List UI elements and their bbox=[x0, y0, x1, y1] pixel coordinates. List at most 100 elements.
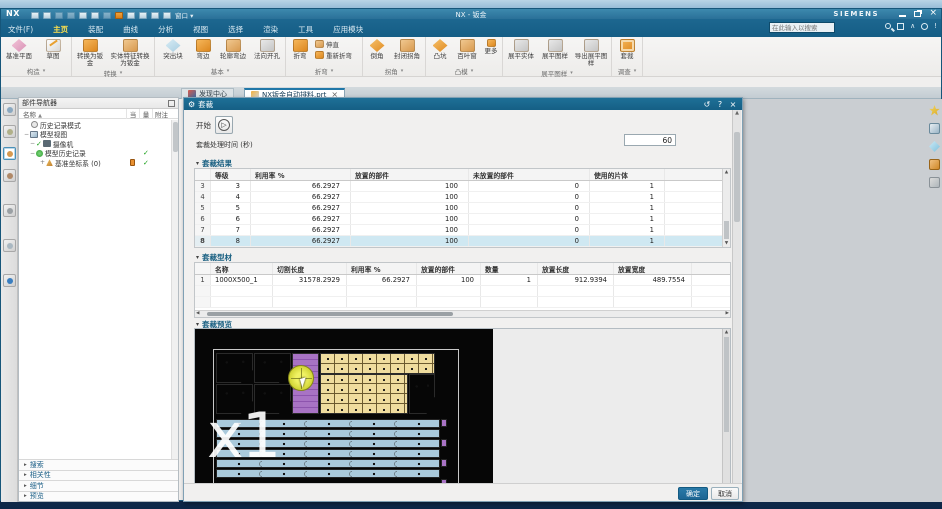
tree-item-model-views[interactable]: − 模型视图 bbox=[19, 130, 169, 140]
section-search[interactable]: ▸搜索 bbox=[19, 459, 178, 470]
table-row[interactable]: 1 1000X500_1 31578.2929 66.2927 100 1 91… bbox=[195, 275, 730, 286]
processing-time-input[interactable] bbox=[624, 134, 676, 146]
flange-button[interactable]: 弯边 bbox=[192, 39, 214, 60]
part-navigator-panel: 部件导航器 名称 ▲ 当 量 附注 历史记录模式 − 模型视图 − ✓ 摄像机 bbox=[18, 97, 179, 502]
export-flat-pattern-button[interactable]: 导出展平图样 bbox=[574, 39, 608, 68]
convert-to-sheetmetal-icon bbox=[83, 39, 98, 52]
resource-bar bbox=[1, 99, 18, 502]
sketch-button[interactable]: 草图 bbox=[38, 39, 68, 60]
closed-corner-button[interactable]: 封闭拐角 bbox=[392, 39, 422, 60]
rebend-button[interactable]: 重新折弯 bbox=[315, 50, 359, 60]
ribbon-group-bend: 折弯 伸直 重新折弯 折弯▾ bbox=[286, 37, 363, 76]
clock-icon bbox=[31, 121, 38, 128]
louver-button[interactable]: 百叶窗 bbox=[455, 39, 479, 60]
datum-plane-button[interactable]: 基准平面 bbox=[4, 39, 34, 60]
tree-item-model-history[interactable]: − 模型历史记录 ✓ bbox=[19, 149, 169, 159]
table-row[interactable]: 6 6 66.2927 100 0 1 bbox=[195, 214, 730, 225]
fullscreen-icon[interactable] bbox=[897, 23, 904, 30]
help-icon[interactable]: ? bbox=[715, 100, 725, 109]
normal-cutout-icon bbox=[260, 39, 275, 52]
flat-pattern-button[interactable]: 展平图样 bbox=[540, 39, 570, 60]
flat-solid-button[interactable]: 展平实体 bbox=[506, 39, 536, 60]
table-row[interactable]: 5 5 66.2927 100 0 1 bbox=[195, 203, 730, 214]
preview-scrollbar[interactable]: ▲▼ bbox=[722, 329, 730, 488]
nesting-dialog: ⚙ 套裁 ↺ ? × 开始 ▷ 套裁处理时间 (秒) ▾套裁结果 等级 利用 bbox=[183, 97, 743, 502]
alert-icon[interactable]: ! bbox=[934, 22, 937, 30]
restore-button[interactable] bbox=[914, 11, 921, 17]
suppress-state-icon[interactable] bbox=[130, 159, 135, 166]
history-palette-icon[interactable] bbox=[3, 239, 16, 252]
tree-item-datum-csys[interactable]: + 基准坐标系 (0) ✓ bbox=[19, 158, 169, 168]
breakcorner-button[interactable]: 倒角 bbox=[366, 39, 388, 60]
dimple-button[interactable]: 凸坑 bbox=[429, 39, 451, 60]
search-icon[interactable] bbox=[885, 23, 891, 29]
close-button[interactable]: × bbox=[929, 10, 937, 17]
section-details[interactable]: ▸细节 bbox=[19, 480, 178, 491]
check-icon[interactable]: ✓ bbox=[36, 140, 42, 148]
tree-item-history-mode[interactable]: 历史记录模式 bbox=[19, 120, 169, 130]
tree-item-cameras[interactable]: − ✓ 摄像机 bbox=[19, 139, 169, 149]
start-nesting-button[interactable]: ▷ bbox=[215, 116, 233, 134]
cancel-button[interactable]: 取消 bbox=[711, 487, 739, 500]
graphics-window[interactable] bbox=[743, 99, 942, 502]
hd3d-tools-icon[interactable] bbox=[3, 204, 16, 217]
nested-part-purple-small bbox=[441, 459, 447, 467]
datum-plane-display-icon[interactable] bbox=[929, 141, 940, 152]
clamp-tool-icon[interactable] bbox=[929, 159, 940, 170]
desktop-background bbox=[0, 501, 942, 509]
tab-block-button[interactable]: 突出块 bbox=[158, 39, 188, 60]
nesting-preview-area[interactable]: x1 ▲▼ bbox=[194, 328, 731, 488]
solid-feature-convert-button[interactable]: 实体特征转换为钣金 bbox=[109, 39, 151, 68]
closed-corner-icon bbox=[400, 39, 415, 52]
ribbon-group-corner: 倒角 封闭拐角 拐角▾ bbox=[363, 37, 426, 76]
navigator-sections: ▸搜索 ▸相关性 ▸细节 ▸预览 bbox=[19, 459, 178, 501]
nested-parts-yellow bbox=[320, 353, 435, 374]
navigator-scrollbar[interactable] bbox=[171, 120, 178, 465]
dialog-scrollbar[interactable]: ▲ bbox=[732, 110, 741, 488]
panel-pin-icon[interactable] bbox=[168, 100, 175, 107]
table-row-selected[interactable]: 8 8 66.2927 100 0 1 bbox=[195, 236, 730, 247]
assembly-navigator-icon[interactable] bbox=[3, 103, 16, 116]
datum-csys-icon bbox=[46, 159, 53, 166]
contour-flange-button[interactable]: 轮廓弯边 bbox=[218, 39, 248, 60]
command-search-input[interactable] bbox=[769, 22, 835, 33]
nesting-button[interactable]: 套裁 bbox=[615, 39, 639, 60]
star-favorites-icon[interactable] bbox=[929, 105, 940, 116]
constraint-navigator-icon[interactable] bbox=[3, 125, 16, 138]
nesting-icon bbox=[620, 39, 635, 52]
nested-parts-yellow bbox=[320, 374, 408, 414]
bend-button[interactable]: 折弯 bbox=[289, 39, 311, 60]
part-navigator-icon[interactable] bbox=[3, 147, 16, 160]
table-row[interactable]: 3 3 66.2927 100 0 1 bbox=[195, 181, 730, 192]
table-row-empty bbox=[195, 297, 730, 308]
clock-icon[interactable] bbox=[921, 23, 928, 30]
table-row[interactable]: 7 7 66.2927 100 0 1 bbox=[195, 225, 730, 236]
part-navigator-tree: 历史记录模式 − 模型视图 − ✓ 摄像机 − 模型历史记录 ✓ + bbox=[19, 120, 169, 168]
dialog-title-bar[interactable]: ⚙ 套裁 ↺ ? × bbox=[184, 98, 742, 110]
reset-icon[interactable]: ↺ bbox=[702, 100, 712, 109]
section-dependencies[interactable]: ▸相关性 bbox=[19, 470, 178, 481]
normal-cutout-button[interactable]: 法向开孔 bbox=[252, 39, 282, 60]
ok-button[interactable]: 确定 bbox=[678, 487, 708, 500]
more-button[interactable]: 更多 bbox=[483, 39, 499, 55]
web-browser-icon[interactable] bbox=[3, 274, 16, 287]
profiles-table-hscrollbar[interactable]: ◀▶ bbox=[195, 310, 730, 317]
flat-solid-icon bbox=[514, 39, 529, 52]
minimize-button[interactable] bbox=[899, 10, 906, 17]
check-icon[interactable]: ✓ bbox=[143, 149, 149, 157]
sheet-edit-icon[interactable] bbox=[929, 123, 940, 134]
minimize-ribbon-icon[interactable]: ∧ bbox=[910, 22, 915, 30]
reuse-library-icon[interactable] bbox=[3, 169, 16, 182]
table-row[interactable]: 4 4 66.2927 100 0 1 bbox=[195, 192, 730, 203]
results-table-scrollbar[interactable]: ▲▼ bbox=[722, 169, 730, 247]
gear-icon: ⚙ bbox=[188, 100, 195, 109]
navigator-column-headers: 名称 ▲ 当 量 附注 bbox=[19, 109, 178, 119]
dialog-close-icon[interactable]: × bbox=[728, 100, 738, 109]
nesting-preview-canvas[interactable]: x1 bbox=[195, 329, 493, 488]
check-icon[interactable]: ✓ bbox=[143, 159, 149, 167]
unbend-button[interactable]: 伸直 bbox=[315, 39, 359, 49]
datum-plane-icon bbox=[12, 39, 27, 52]
convert-to-sheetmetal-button[interactable]: 转换为钣金 bbox=[75, 39, 105, 68]
grid-tool-icon[interactable] bbox=[929, 177, 940, 188]
section-preview[interactable]: ▸预览 bbox=[19, 491, 178, 502]
